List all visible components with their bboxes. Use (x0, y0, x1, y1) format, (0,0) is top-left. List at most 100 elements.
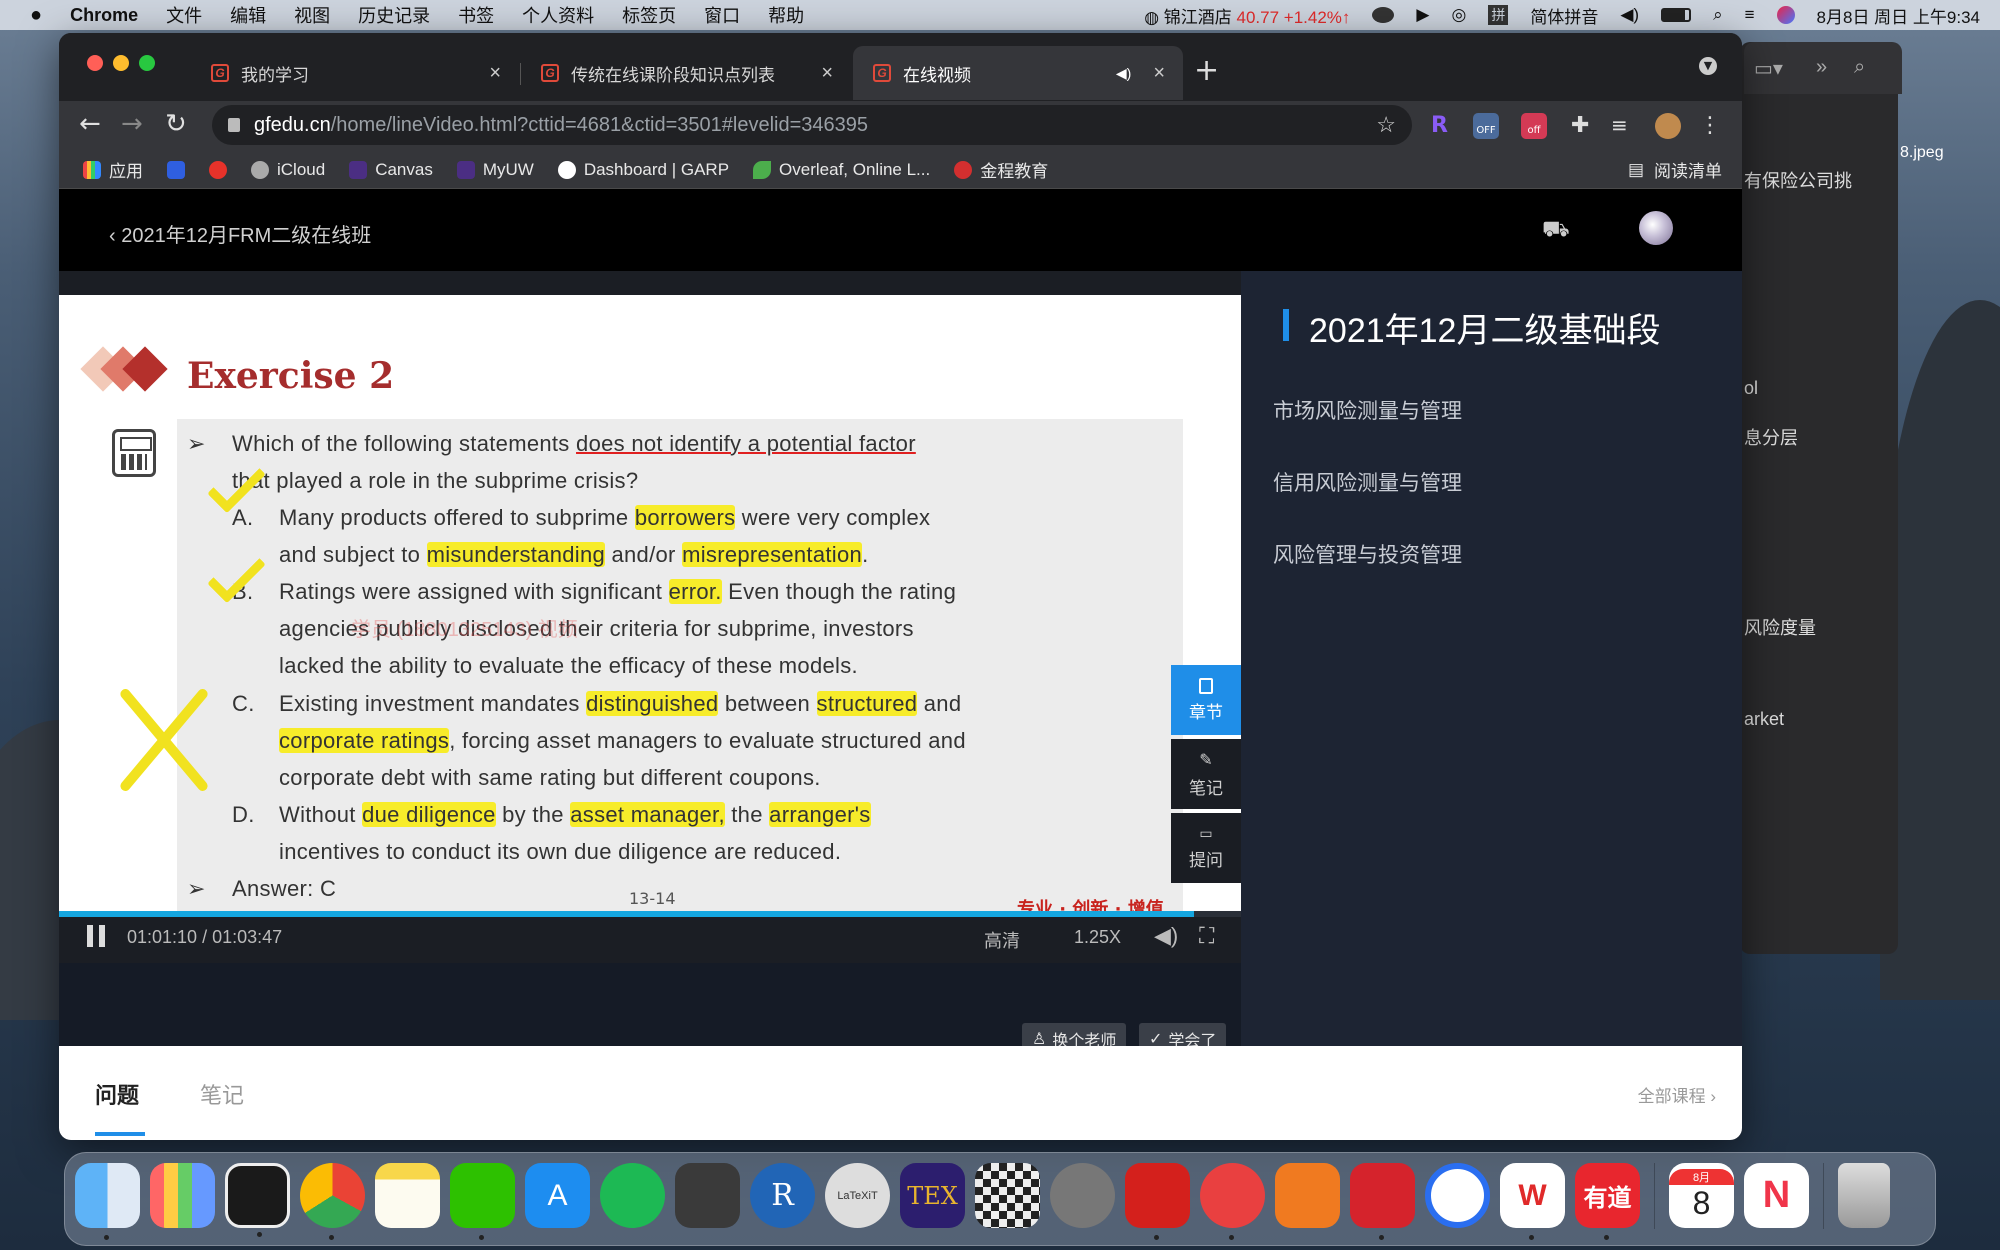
desktop-file-label[interactable]: 8.jpeg (1900, 144, 1944, 162)
chat-status-icon[interactable]: ◎ (1452, 5, 1467, 25)
lock-icon[interactable] (228, 118, 240, 132)
bg-folder-icon[interactable]: ▭▾ (1754, 56, 1783, 81)
chapter-item-credit-risk[interactable]: 信用风险测量与管理 (1273, 467, 1462, 497)
extensions-puzzle-icon[interactable]: ✚ (1571, 113, 1597, 139)
reading-list-button[interactable]: ▤ 阅读清单 (1628, 157, 1722, 182)
background-window[interactable]: ▭▾ » ⌕ 有保险公司挑 ol 息分层 风险度量 arket (1740, 42, 1902, 954)
menubar-clock[interactable]: 8月8日 周日 上午9:34 (1817, 3, 1980, 28)
chapter-item-risk-management[interactable]: 风险管理与投资管理 (1273, 539, 1462, 569)
close-window-button[interactable] (87, 55, 103, 71)
tab-knowledge-list[interactable]: G 传统在线课阶段知识点列表 × (521, 46, 851, 100)
all-courses-link[interactable]: 全部课程 › (1638, 1082, 1716, 1107)
quality-selector[interactable]: 高清 (984, 927, 1020, 953)
shopping-cart-icon[interactable]: ⛟ (1542, 217, 1570, 245)
wechat-icon[interactable] (450, 1163, 515, 1240)
tab-questions[interactable]: 问题 (95, 1078, 139, 1110)
chrome-menu-icon[interactable]: ⋮ (1699, 113, 1725, 139)
menu-help[interactable]: 帮助 (768, 2, 804, 28)
baidu-netdisk-icon[interactable] (1425, 1163, 1490, 1228)
profile-avatar[interactable] (1655, 113, 1681, 139)
extension-red-off-icon[interactable]: off (1521, 113, 1547, 139)
bookmark-weibo[interactable] (209, 160, 227, 179)
chapter-item-market-risk[interactable]: 市场风险测量与管理 (1273, 395, 1462, 425)
extension-off-icon[interactable]: OFF (1473, 113, 1499, 139)
user-avatar[interactable] (1639, 211, 1673, 245)
extension-r-icon[interactable]: R (1431, 113, 1457, 139)
play-status-icon[interactable]: ▶ (1416, 5, 1429, 25)
siri-icon[interactable] (1776, 6, 1795, 24)
stocks-icon[interactable] (1275, 1163, 1340, 1228)
texshop-icon[interactable]: TEX (900, 1163, 965, 1228)
spotlight-search-icon[interactable]: ⌕ (1713, 5, 1723, 25)
side-tab-notes[interactable]: ✎ 笔记 (1171, 739, 1241, 809)
tab-notes[interactable]: 笔记 (200, 1078, 244, 1110)
app-store-icon[interactable]: A (525, 1163, 590, 1228)
close-tab-icon[interactable]: × (821, 62, 833, 85)
input-method-icon[interactable]: 拼 (1488, 5, 1509, 25)
back-arrow-icon[interactable]: ← (79, 109, 101, 139)
news-icon[interactable]: N (1744, 1163, 1809, 1228)
bookmark-myuw[interactable]: MyUW (456, 160, 534, 180)
menu-file[interactable]: 文件 (166, 2, 202, 28)
chrome-icon[interactable] (300, 1163, 365, 1240)
menu-tabs[interactable]: 标签页 (622, 2, 676, 28)
zoom-window-button[interactable] (139, 55, 155, 71)
fullscreen-icon[interactable]: ⛶ (1199, 923, 1214, 949)
battery-icon[interactable] (1661, 8, 1692, 22)
apple-icon[interactable]: ● (30, 4, 42, 27)
side-tab-ask[interactable]: ▭ 提问 (1171, 813, 1241, 883)
wps-icon[interactable]: W (1500, 1163, 1565, 1240)
mail-icon[interactable] (1200, 1163, 1265, 1240)
latexit-icon[interactable]: LaTeXiT (825, 1163, 890, 1228)
acrobat-icon[interactable] (1125, 1163, 1190, 1240)
system-preferences-icon[interactable] (1050, 1163, 1115, 1228)
r-app-icon[interactable]: R (750, 1163, 815, 1228)
close-tab-icon[interactable]: × (489, 62, 501, 85)
video-player[interactable]: Exercise 2 ➢ Which of the following stat… (59, 271, 1241, 1055)
tab-online-video[interactable]: G 在线视频 ◀) × (853, 46, 1183, 100)
reading-mode-icon[interactable]: ≡ (1611, 113, 1637, 139)
youdao-icon[interactable]: 有道 (1575, 1163, 1640, 1240)
bookmark-canvas[interactable]: Canvas (349, 160, 433, 180)
tab-audio-icon[interactable]: ◀) (1116, 65, 1131, 82)
menu-bookmarks[interactable]: 书签 (458, 2, 494, 28)
system-monitor-icon[interactable] (225, 1163, 290, 1237)
bookmark-overleaf[interactable]: Overleaf, Online L... (753, 160, 930, 180)
forward-arrow-icon[interactable]: → (121, 109, 143, 139)
bookmark-baidu[interactable] (167, 160, 185, 179)
tab-my-study[interactable]: G 我的学习 × (191, 46, 519, 100)
side-tab-chapters[interactable]: 章节 (1171, 665, 1241, 735)
trash-icon[interactable] (1838, 1163, 1890, 1228)
finder-icon[interactable] (75, 1163, 140, 1240)
bg-search-icon[interactable]: ⌕ (1854, 56, 1865, 79)
menu-window[interactable]: 窗口 (704, 2, 740, 28)
reload-icon[interactable]: ↻ (165, 109, 187, 139)
notes-icon[interactable] (375, 1163, 440, 1228)
menu-history[interactable]: 历史记录 (358, 2, 430, 28)
speed-selector[interactable]: 1.25X (1074, 927, 1121, 948)
chess-icon[interactable] (975, 1163, 1040, 1228)
stock-widget[interactable]: ◍ 锦江酒店 40.77 +1.42%↑ (1144, 3, 1350, 28)
bookmark-apps[interactable]: 应用 (83, 157, 143, 182)
launchpad-icon[interactable] (150, 1163, 215, 1228)
bookmark-icloud[interactable]: iCloud (251, 160, 325, 180)
volume-icon[interactable]: ◀) (1154, 923, 1178, 949)
menu-profile[interactable]: 个人资料 (522, 2, 594, 28)
address-bar[interactable]: gfedu.cn/home/lineVideo.html?cttid=4681&… (212, 105, 1412, 145)
card-game-icon[interactable] (1350, 1163, 1415, 1240)
spotify-icon[interactable] (600, 1163, 665, 1228)
wechat-status-icon[interactable] (1372, 7, 1395, 23)
close-tab-icon[interactable]: × (1153, 62, 1165, 85)
tab-search-icon[interactable]: ▼ (1699, 57, 1717, 75)
app-menu[interactable]: Chrome (70, 5, 138, 26)
control-center-icon[interactable]: ≡ (1745, 5, 1755, 25)
bookmark-gfedu[interactable]: 金程教育 (954, 157, 1048, 182)
menu-edit[interactable]: 编辑 (230, 2, 266, 28)
bookmark-star-icon[interactable]: ☆ (1376, 112, 1396, 138)
bg-chevron-icon[interactable]: » (1816, 56, 1827, 79)
menu-view[interactable]: 视图 (294, 2, 330, 28)
new-tab-button[interactable]: + (1194, 53, 1219, 88)
calendar-icon[interactable]: 8月 8 (1669, 1163, 1734, 1228)
volume-icon[interactable]: ◀) (1620, 5, 1639, 25)
calculator-app-icon[interactable] (675, 1163, 740, 1228)
